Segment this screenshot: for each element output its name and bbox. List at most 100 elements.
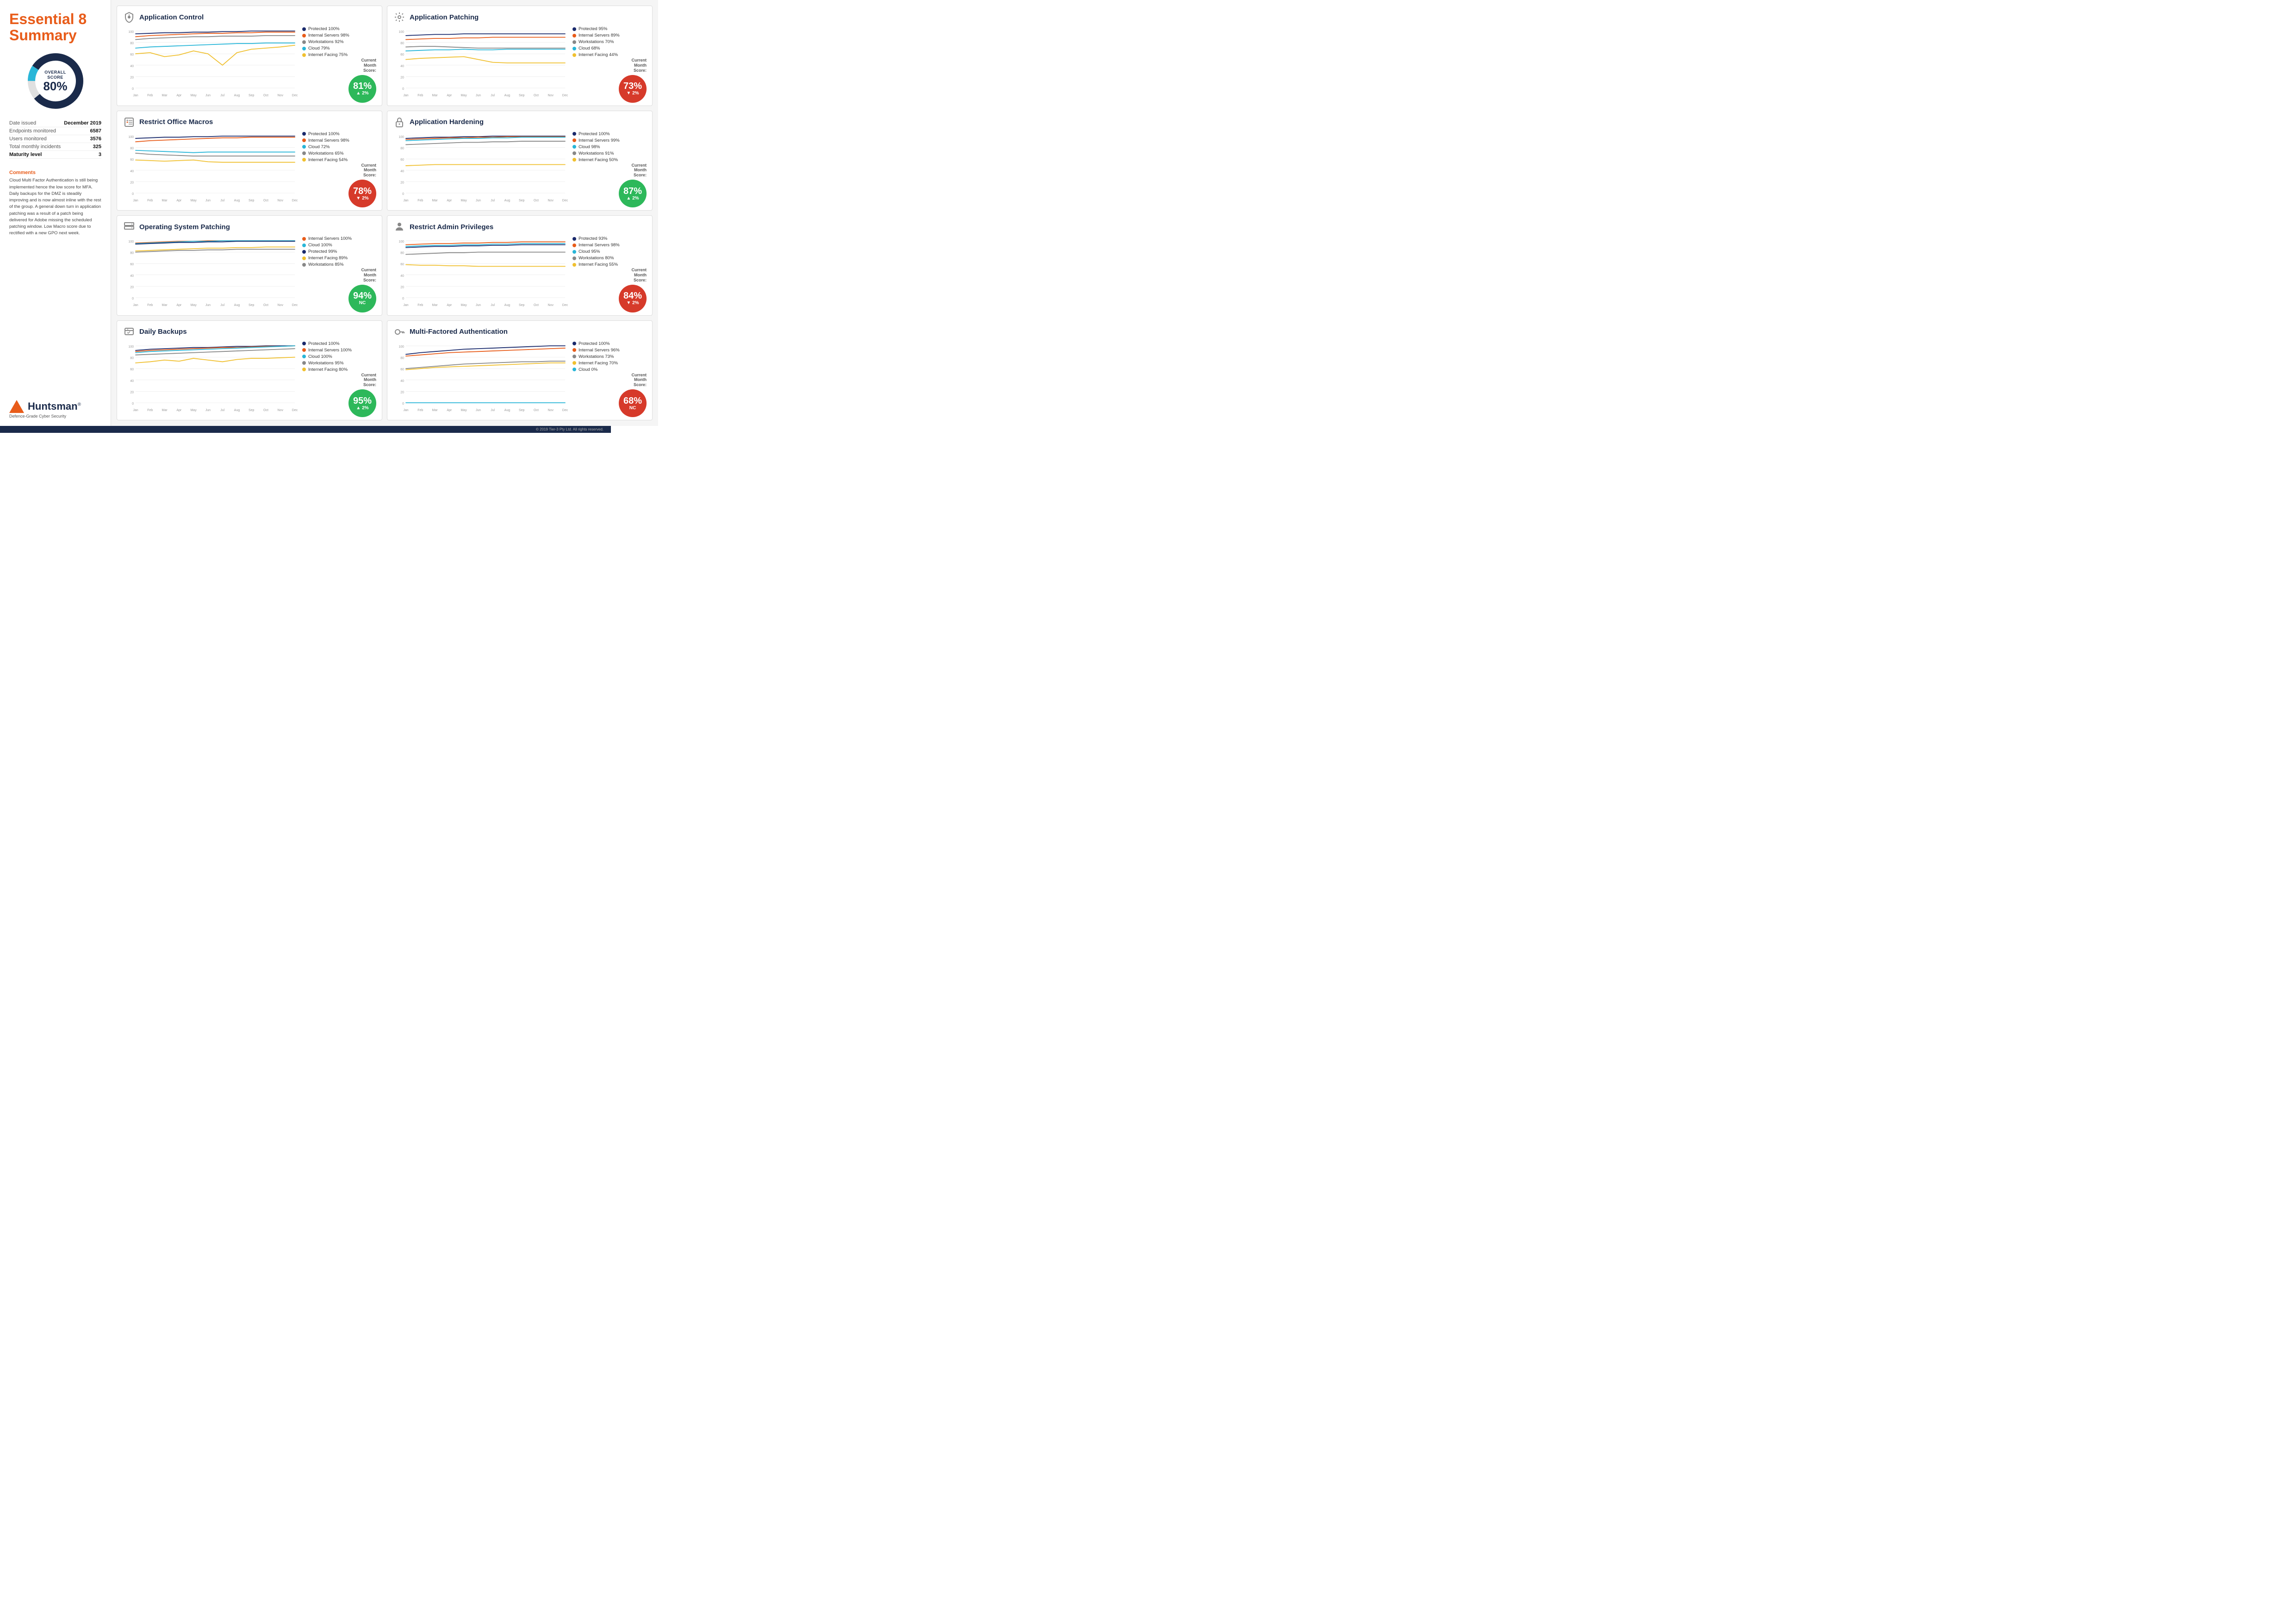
svg-text:Jan: Jan: [403, 409, 408, 412]
legend-dot: [302, 355, 306, 358]
backup-icon: [123, 325, 136, 338]
card-body: 020406080100JanFebMarAprMayJunJulAugSepO…: [393, 236, 647, 312]
svg-text:Dec: Dec: [562, 199, 568, 202]
legend-item: Protected 100%: [302, 131, 376, 137]
card-title: Application Hardening: [410, 118, 484, 126]
legend-label: Cloud 100%: [308, 354, 332, 359]
gear-icon: [393, 11, 406, 24]
svg-text:Aug: Aug: [504, 94, 510, 97]
svg-text:Jul: Jul: [491, 409, 495, 412]
legend-item: Workstations 73%: [572, 354, 647, 359]
card-title: Application Patching: [410, 13, 479, 21]
legend-label: Protected 95%: [579, 26, 607, 31]
svg-text:Sep: Sep: [519, 199, 525, 202]
svg-text:Aug: Aug: [234, 304, 240, 307]
svg-text:Oct: Oct: [263, 304, 268, 307]
svg-text:Sep: Sep: [519, 304, 525, 307]
chart-area: 020406080100JanFebMarAprMayJunJulAugSepO…: [393, 236, 569, 312]
score-block: CurrentMonthScore: 94% NC: [302, 268, 376, 312]
chart-card-mfa: Multi-Factored Authentication 0204060801…: [387, 320, 653, 421]
svg-text:Jan: Jan: [133, 409, 138, 412]
legend-item: Internet Facing 55%: [572, 262, 647, 267]
svg-text:Nov: Nov: [278, 409, 284, 412]
legend-dot: [572, 355, 576, 358]
svg-text:Jul: Jul: [220, 304, 224, 307]
legend-label: Internet Facing 75%: [308, 52, 348, 57]
legend-label: Internet Facing 44%: [579, 52, 618, 57]
legend-dot: [572, 53, 576, 57]
svg-text:Apr: Apr: [447, 409, 452, 412]
legend-item: Internet Facing 50%: [572, 157, 647, 162]
svg-text:20: 20: [130, 76, 134, 79]
legend-item: Workstations 65%: [302, 151, 376, 156]
svg-text:0: 0: [132, 402, 134, 406]
svg-text:Apr: Apr: [447, 304, 452, 307]
svg-text:Aug: Aug: [234, 94, 240, 97]
svg-text:Feb: Feb: [417, 199, 423, 202]
legend-item: Workstations 85%: [302, 262, 376, 267]
legend-item: Protected 100%: [572, 131, 647, 137]
huntsman-triangle-icon: [9, 400, 24, 413]
card-title: Multi-Factored Authentication: [410, 328, 508, 336]
legend-label: Protected 93%: [579, 236, 607, 241]
svg-text:60: 60: [130, 53, 134, 56]
score-block: CurrentMonthScore: 68% NC: [572, 373, 647, 417]
svg-text:Feb: Feb: [147, 409, 153, 412]
chart-card-restrict-admin-privileges: Restrict Admin Privileges 020406080100Ja…: [387, 215, 653, 316]
overall-pct: 80%: [43, 80, 67, 92]
svg-text:0: 0: [402, 87, 404, 91]
comments-text: Cloud Multi Factor Authentication is sti…: [9, 177, 101, 237]
score-change: ▼ 2%: [626, 91, 639, 96]
card-body: 020406080100JanFebMarAprMayJunJulAugSepO…: [123, 236, 376, 312]
legend-dot: [572, 34, 576, 37]
svg-text:Jan: Jan: [133, 94, 138, 97]
legend-dot: [302, 256, 306, 260]
legend-item: Protected 95%: [572, 26, 647, 31]
svg-text:60: 60: [400, 158, 404, 162]
chart-side: Protected 100% Internal Servers 96% Work…: [572, 341, 647, 418]
legend-label: Internet Facing 80%: [308, 367, 348, 372]
score-badge: 78% ▼ 2%: [348, 180, 376, 207]
chart-card-application-hardening: Application Hardening 020406080100JanFeb…: [387, 111, 653, 211]
score-badge: 84% ▼ 2%: [619, 285, 647, 312]
legend-item: Internal Servers 99%: [572, 138, 647, 143]
svg-text:Jan: Jan: [403, 199, 408, 202]
legend-item: Internal Servers 98%: [302, 33, 376, 38]
svg-text:20: 20: [400, 76, 404, 79]
legend-item: Internet Facing 44%: [572, 52, 647, 57]
svg-text:0: 0: [402, 297, 404, 300]
score-label: CurrentMonthScore:: [302, 163, 376, 178]
legend-item: Cloud 79%: [302, 46, 376, 51]
legend-item: Protected 93%: [572, 236, 647, 241]
legend-dot: [302, 151, 306, 155]
svg-text:Dec: Dec: [292, 409, 298, 412]
score-pct: 78%: [353, 187, 372, 196]
score-pct: 94%: [353, 291, 372, 300]
legend-item: Cloud 68%: [572, 46, 647, 51]
score-label: CurrentMonthScore:: [302, 58, 376, 73]
svg-text:40: 40: [400, 379, 404, 382]
huntsman-name: Huntsman®: [28, 400, 81, 412]
svg-text:20: 20: [130, 391, 134, 394]
svg-text:20: 20: [130, 286, 134, 289]
svg-text:Jan: Jan: [403, 94, 408, 97]
svg-text:Mar: Mar: [432, 304, 438, 307]
card-title: Restrict Admin Privileges: [410, 223, 493, 231]
svg-text:100: 100: [128, 240, 134, 244]
legend-item: Internet Facing 89%: [302, 256, 376, 261]
score-label: CurrentMonthScore:: [572, 373, 647, 387]
score-pct: 73%: [623, 81, 642, 91]
svg-text:Dec: Dec: [562, 409, 568, 412]
legend-dot: [572, 158, 576, 162]
svg-text:Feb: Feb: [417, 94, 423, 97]
legend-dot: [572, 342, 576, 345]
svg-text:100: 100: [398, 345, 404, 349]
score-pct: 68%: [623, 396, 642, 406]
legend-item: Workstations 91%: [572, 151, 647, 156]
svg-text:Aug: Aug: [504, 199, 510, 202]
svg-text:Feb: Feb: [147, 199, 153, 202]
sidebar: Essential 8 Summary OVERALLSCORE 80%: [0, 0, 111, 426]
svg-text:May: May: [460, 199, 467, 202]
svg-text:Jun: Jun: [476, 199, 481, 202]
sidebar-title: Essential 8 Summary: [9, 11, 101, 44]
